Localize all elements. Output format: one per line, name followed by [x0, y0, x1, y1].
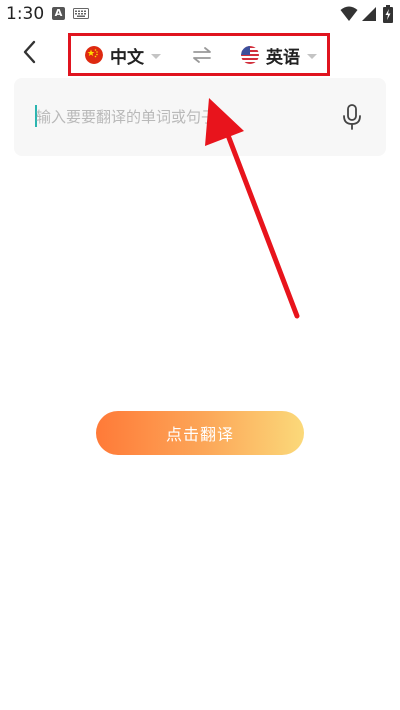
status-time: 1:30	[6, 4, 45, 24]
battery-charging-icon	[383, 5, 393, 23]
wifi-icon	[340, 6, 358, 21]
signal-icon	[362, 7, 376, 21]
translate-screen: 1:30 A 中文 英语 输入要要翻译的单词或句子 点击翻译	[0, 0, 400, 710]
language-selector: 中文 英语	[68, 33, 330, 76]
translation-input-card	[14, 78, 386, 156]
source-language-label: 中文	[110, 47, 144, 68]
translation-input[interactable]	[36, 104, 326, 130]
chevron-down-icon	[307, 53, 317, 59]
chevron-down-icon	[151, 53, 161, 59]
source-language-dropdown[interactable]: 中文	[85, 42, 161, 68]
china-flag-icon	[85, 46, 103, 64]
target-language-label: 英语	[266, 47, 300, 68]
keyboard-icon	[73, 8, 89, 19]
status-bar: 1:30 A	[0, 0, 400, 30]
app-notification-icon: A	[52, 7, 65, 20]
back-button[interactable]	[14, 36, 44, 68]
chevron-left-icon	[23, 40, 36, 64]
swap-arrows-icon	[193, 47, 211, 63]
microphone-icon[interactable]	[340, 103, 364, 131]
swap-languages-button[interactable]	[190, 43, 214, 67]
usa-flag-icon	[241, 46, 259, 64]
translate-button[interactable]: 点击翻译	[96, 411, 304, 455]
target-language-dropdown[interactable]: 英语	[241, 42, 317, 68]
